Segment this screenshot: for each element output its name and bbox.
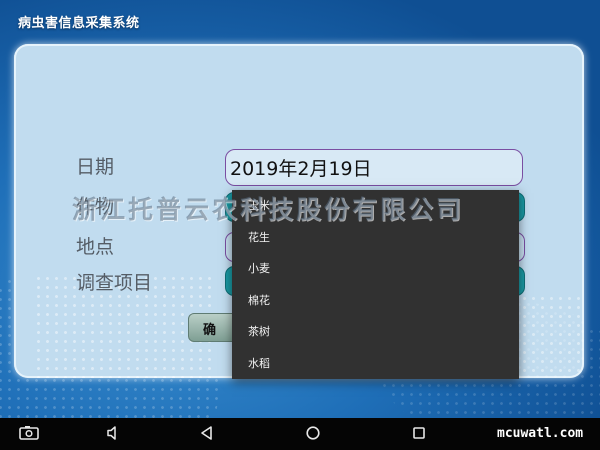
app-background: 病虫害信息采集系统 日期 2019年2月19日 作物 地点 调查项目 确 定 玉… xyxy=(0,0,600,418)
system-navigation-bar: mcuwatl.com xyxy=(0,418,600,450)
date-label: 日期 xyxy=(76,156,115,178)
location-label: 地点 xyxy=(76,236,115,258)
dropdown-option-tea[interactable]: 茶树 xyxy=(232,316,519,348)
dropdown-option-peanut[interactable]: 花生 xyxy=(232,222,519,254)
crop-label: 作物 xyxy=(76,196,115,218)
recents-icon[interactable] xyxy=(411,425,427,445)
site-watermark: mcuwatl.com xyxy=(497,426,584,441)
dropdown-option-rice[interactable]: 水稻 xyxy=(232,348,519,380)
app-title: 病虫害信息采集系统 xyxy=(18,16,140,31)
crop-dropdown-menu: 玉米 花生 小麦 棉花 茶树 水稻 xyxy=(232,190,519,379)
volume-icon[interactable] xyxy=(106,425,122,445)
back-icon[interactable] xyxy=(199,425,215,445)
date-field[interactable]: 2019年2月19日 xyxy=(225,149,523,186)
dropdown-option-cotton[interactable]: 棉花 xyxy=(232,285,519,317)
dropdown-option-wheat[interactable]: 小麦 xyxy=(232,253,519,285)
screenshot-icon[interactable] xyxy=(19,425,39,445)
survey-item-label: 调查项目 xyxy=(76,272,153,294)
dropdown-option-corn[interactable]: 玉米 xyxy=(232,190,519,222)
home-icon[interactable] xyxy=(305,425,321,445)
